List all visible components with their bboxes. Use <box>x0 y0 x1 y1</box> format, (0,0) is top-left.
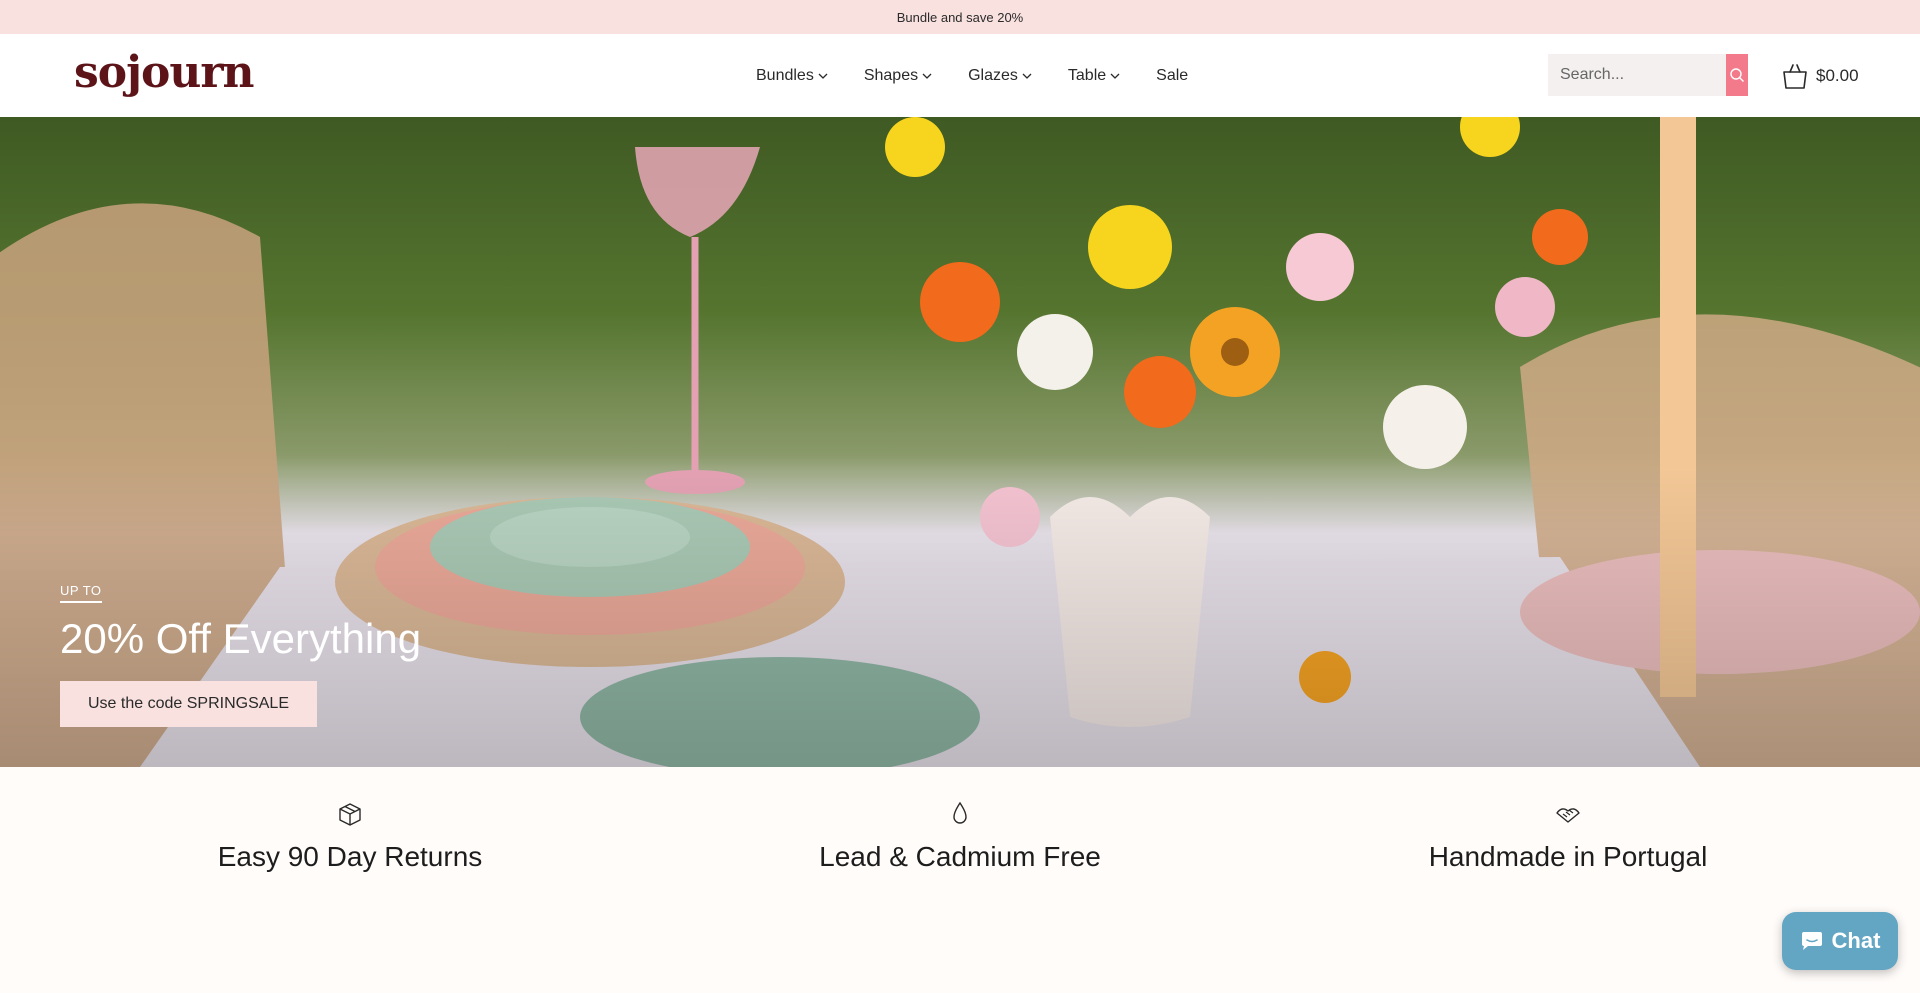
nav-item-sale[interactable]: Sale <box>1156 67 1188 85</box>
chevron-down-icon <box>1022 73 1032 79</box>
announcement-bar: Bundle and save 20% <box>0 0 1920 34</box>
feature-title: Easy 90 Day Returns <box>217 841 483 872</box>
nav-label: Table <box>1067 66 1107 84</box>
chat-button[interactable]: Chat <box>1782 912 1898 970</box>
search-input[interactable] <box>1548 54 1726 96</box>
box-icon <box>339 803 361 826</box>
feature-title: Lead & Cadmium Free <box>819 841 1101 872</box>
search-icon <box>1730 68 1744 82</box>
feature-handmade: Handmade in Portugal <box>1318 801 1818 873</box>
feature-returns: Easy 90 Day Returns <box>100 801 600 873</box>
nav-item-glazes[interactable]: Glazes <box>968 67 1032 85</box>
hero-cta-button[interactable]: Use the code SPRINGSALE <box>60 681 317 727</box>
chevron-down-icon <box>818 73 828 79</box>
nav-item-table[interactable]: Table <box>1068 67 1120 85</box>
nav-item-shapes[interactable]: Shapes <box>864 67 932 85</box>
chat-label: Chat <box>1831 928 1881 953</box>
nav-label: Bundles <box>756 66 814 84</box>
main-nav: Bundles Shapes Glazes Table Sale <box>756 34 1188 117</box>
chevron-down-icon <box>1110 73 1120 79</box>
cart-total: $0.00 <box>1816 66 1859 85</box>
shopping-bag-icon <box>1783 64 1807 89</box>
logo[interactable]: sojourn <box>74 48 255 98</box>
droplet-icon <box>953 801 967 824</box>
nav-item-bundles[interactable]: Bundles <box>756 67 828 85</box>
nav-label: Sale <box>1156 66 1189 84</box>
site-header: sojourn Bundles Shapes Glazes Table Sale <box>0 34 1920 118</box>
search-button[interactable] <box>1726 54 1748 96</box>
feature-title: Handmade in Portugal <box>1428 841 1708 872</box>
chevron-down-icon <box>922 73 932 79</box>
feature-lead-free: Lead & Cadmium Free <box>710 801 1210 873</box>
search-form <box>1548 54 1748 96</box>
announcement-text: Bundle and save 20% <box>896 9 1024 25</box>
nav-label: Shapes <box>863 66 919 84</box>
chat-bubble-icon <box>1801 932 1822 950</box>
handshake-icon <box>1556 808 1580 823</box>
hero-banner: UP TO 20% Off Everything Use the code SP… <box>0 117 1920 767</box>
hero-eyebrow: UP TO <box>60 583 102 603</box>
hero-content: UP TO 20% Off Everything Use the code SP… <box>60 582 421 727</box>
cart-button[interactable]: $0.00 <box>1782 61 1859 91</box>
nav-label: Glazes <box>968 66 1018 84</box>
hero-headline: 20% Off Everything <box>60 615 422 662</box>
features-row: Easy 90 Day Returns Lead & Cadmium Free … <box>0 767 1920 993</box>
